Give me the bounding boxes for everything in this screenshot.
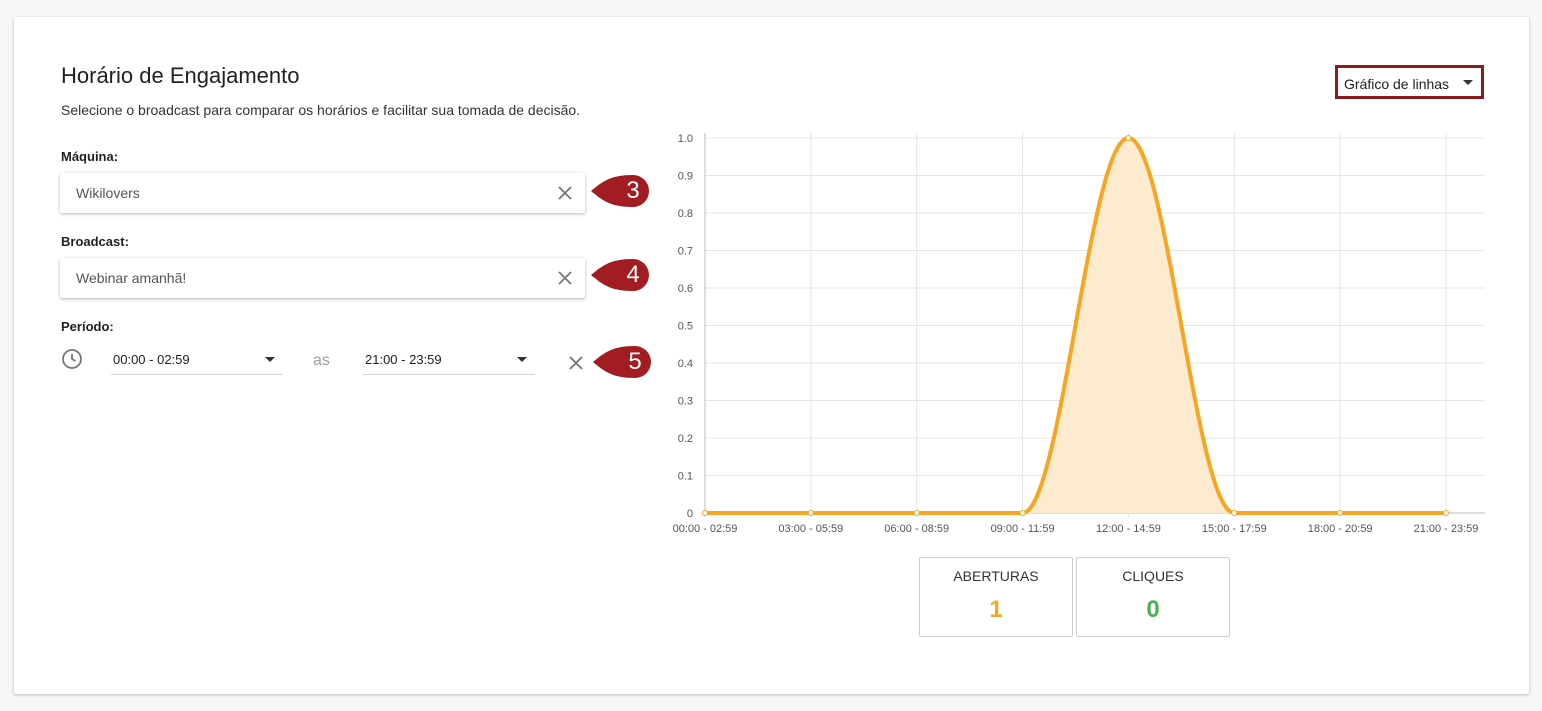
machine-select[interactable]: Wikilovers bbox=[60, 173, 585, 213]
x-tick-label: 03:00 - 05:59 bbox=[778, 523, 843, 535]
chevron-down-icon bbox=[265, 357, 275, 362]
page-subtitle: Selecione o broadcast para comparar os h… bbox=[61, 102, 581, 118]
data-point bbox=[1443, 510, 1449, 516]
marker-number: 4 bbox=[626, 261, 640, 288]
period-separator: as bbox=[313, 352, 330, 369]
clock-icon bbox=[61, 348, 83, 370]
period-start-value: 00:00 - 02:59 bbox=[113, 352, 190, 367]
machine-value: Wikilovers bbox=[76, 185, 140, 201]
annotation-marker: 4 bbox=[589, 255, 657, 295]
x-tick-label: 12:00 - 14:59 bbox=[1096, 523, 1161, 535]
y-tick-label: 0.1 bbox=[678, 471, 693, 483]
stat-clicks-label: CLIQUES bbox=[1122, 568, 1184, 584]
page-title: Horário de Engajamento bbox=[61, 63, 300, 88]
stat-opens: ABERTURAS 1 bbox=[919, 557, 1073, 637]
broadcast-select[interactable]: Webinar amanhã! bbox=[60, 258, 585, 298]
y-tick-label: 0.2 bbox=[678, 433, 693, 445]
x-tick-label: 21:00 - 23:59 bbox=[1414, 523, 1479, 535]
broadcast-label: Broadcast: bbox=[61, 234, 129, 249]
y-tick-label: 0.6 bbox=[678, 283, 693, 295]
period-clear-icon[interactable] bbox=[567, 354, 585, 372]
x-tick-label: 15:00 - 17:59 bbox=[1202, 523, 1267, 535]
y-tick-label: 0 bbox=[687, 508, 693, 520]
period-end-select[interactable]: 21:00 - 23:59 bbox=[363, 347, 535, 375]
chart-type-select[interactable]: Gráfico de linhas bbox=[1335, 65, 1484, 99]
stat-opens-value: 1 bbox=[989, 596, 1003, 623]
y-tick-label: 0.9 bbox=[678, 171, 693, 183]
annotation-marker: 5 bbox=[591, 342, 659, 382]
y-tick-label: 0.5 bbox=[678, 321, 693, 333]
stat-clicks: CLIQUES 0 bbox=[1076, 557, 1230, 637]
data-point bbox=[1337, 510, 1344, 516]
chevron-down-icon bbox=[1463, 80, 1473, 85]
x-tick-label: 06:00 - 08:59 bbox=[884, 523, 949, 535]
y-tick-label: 0.3 bbox=[678, 396, 693, 408]
engagement-line-chart: 0 0.1 0.2 0.3 0.4 0.5 0.6 0.7 0.8 0.9 1.0 00:00 - 0… bbox=[673, 133, 1485, 535]
period-label: Período: bbox=[61, 319, 114, 334]
annotation-marker: 3 bbox=[589, 171, 657, 211]
stat-opens-label: ABERTURAS bbox=[953, 568, 1039, 584]
y-tick-label: 1.0 bbox=[678, 133, 693, 145]
data-point bbox=[1231, 510, 1238, 516]
machine-clear-icon[interactable] bbox=[556, 184, 574, 202]
marker-number: 3 bbox=[626, 177, 640, 204]
chart-type-value: Gráfico de linhas bbox=[1344, 76, 1450, 92]
stat-clicks-value: 0 bbox=[1146, 596, 1160, 623]
data-point bbox=[1125, 135, 1132, 141]
period-end-value: 21:00 - 23:59 bbox=[365, 352, 442, 367]
data-point bbox=[807, 510, 814, 516]
data-point bbox=[702, 510, 708, 516]
x-tick-label: 00:00 - 02:59 bbox=[673, 523, 738, 535]
chevron-down-icon bbox=[517, 357, 527, 362]
y-tick-label: 0.8 bbox=[678, 208, 693, 220]
broadcast-clear-icon[interactable] bbox=[556, 269, 574, 287]
y-tick-label: 0.4 bbox=[678, 358, 693, 370]
broadcast-value: Webinar amanhã! bbox=[76, 270, 187, 286]
y-tick-label: 0.7 bbox=[678, 246, 693, 258]
period-start-select[interactable]: 00:00 - 02:59 bbox=[111, 347, 283, 375]
x-tick-label: 09:00 - 11:59 bbox=[991, 523, 1055, 535]
data-point bbox=[913, 510, 920, 516]
x-tick-label: 18:00 - 20:59 bbox=[1308, 523, 1373, 535]
marker-number: 5 bbox=[628, 348, 642, 375]
data-point bbox=[1019, 510, 1026, 516]
machine-label: Máquina: bbox=[61, 149, 119, 164]
